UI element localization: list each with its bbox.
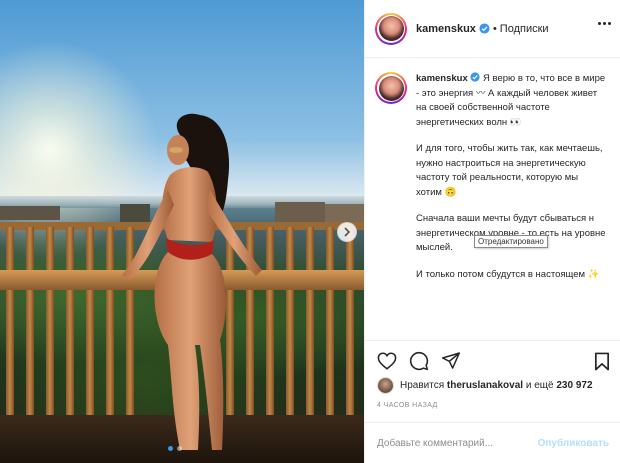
likes-conjunction: и ещё [525,380,554,391]
caption: kamenskux Я верю в то, что все в мире - … [365,58,620,340]
header-separator: • [492,22,497,35]
likes-count[interactable]: 230 972 [556,380,592,391]
edited-tooltip: Отредактировано [474,235,548,248]
carousel-dot [177,446,182,451]
post-side-panel: kamenskux • Подписки kamenskux Я верю в … [364,0,620,463]
share-button[interactable] [440,350,462,372]
paper-plane-icon [441,352,461,369]
instagram-post: kamenskux • Подписки kamenskux Я верю в … [0,0,620,463]
post-photo[interactable] [0,0,364,463]
post-timestamp[interactable]: 4 ЧАСОВ НАЗАД [377,402,438,409]
post-header: kamenskux • Подписки [365,0,620,58]
chevron-right-icon [344,227,351,237]
verified-badge-icon [479,23,490,34]
caption-para3-part1: Сначала ваши мечты будут сбываться н [416,213,595,224]
likes-summary: Нравится theruslanakoval и ещё 230 972 [377,377,593,394]
caption-paragraph: Сначала ваши мечты будут сбываться н энер… [416,212,606,256]
comment-bar: Опубликовать [365,422,620,463]
header-username[interactable]: kamenskux [416,23,476,35]
liker-avatar[interactable] [377,377,394,394]
comment-button[interactable] [408,350,430,372]
carousel-dot [168,446,173,451]
caption-text: kamenskux Я верю в то, что все в мире - … [416,72,606,340]
verified-badge-icon [470,72,480,84]
save-button[interactable] [594,352,610,376]
carousel-indicator [168,446,182,451]
comment-icon [409,351,429,370]
bookmark-icon [594,352,610,371]
caption-paragraph: И только потом сбудутся в настоящем ✨ [416,268,600,280]
comment-input[interactable] [377,437,538,449]
likes-user[interactable]: theruslanakoval [447,380,523,391]
caption-username[interactable]: kamenskux [416,73,468,84]
heart-icon [377,351,397,370]
person-silhouette [122,113,262,450]
avatar[interactable] [375,12,407,45]
publish-button[interactable]: Опубликовать [538,438,609,449]
caption-avatar[interactable] [375,72,407,104]
likes-prefix: Нравится [400,380,445,391]
caption-paragraph: kamenskux Я верю в то, что все в мире - … [416,72,606,130]
more-options-icon[interactable] [598,22,611,25]
action-bar [365,340,620,380]
like-button[interactable] [376,350,398,372]
carousel-next-button[interactable] [337,222,357,242]
following-button[interactable]: Подписки [500,23,549,35]
caption-paragraph: И для того, чтобы жить так, как мечтаешь… [416,143,603,198]
